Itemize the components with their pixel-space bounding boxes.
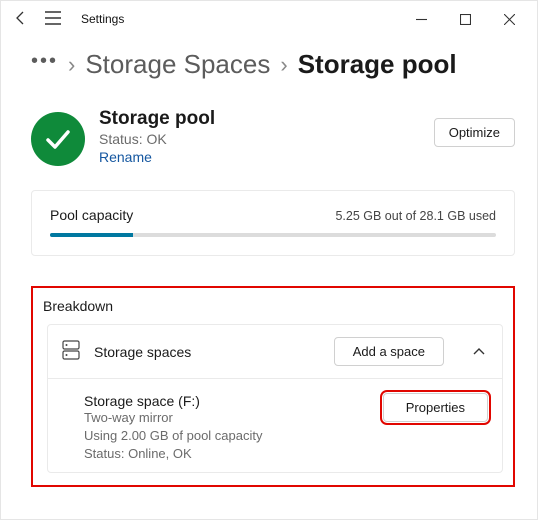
capacity-bar-fill xyxy=(50,233,133,237)
chevron-up-icon[interactable] xyxy=(470,345,488,359)
space-status: Status: Online, OK xyxy=(84,445,263,463)
storage-spaces-header[interactable]: Storage spaces Add a space xyxy=(48,325,502,378)
storage-spaces-card: Storage spaces Add a space Storage space… xyxy=(47,324,503,473)
back-button[interactable] xyxy=(13,10,29,29)
optimize-button[interactable]: Optimize xyxy=(434,118,515,147)
properties-button[interactable]: Properties xyxy=(383,393,488,422)
maximize-button[interactable] xyxy=(443,1,487,37)
chevron-right-icon: › xyxy=(68,52,75,78)
breakdown-title: Breakdown xyxy=(33,298,513,320)
storage-space-row: Storage space (F:) Two-way mirror Using … xyxy=(48,378,502,472)
breadcrumb-overflow[interactable]: ••• xyxy=(31,50,58,73)
pool-header: Storage pool Status: OK Rename Optimize xyxy=(31,98,515,190)
pool-capacity-card: Pool capacity 5.25 GB out of 28.1 GB use… xyxy=(31,190,515,256)
window-title: Settings xyxy=(81,12,124,26)
space-type: Two-way mirror xyxy=(84,409,263,427)
capacity-label: Pool capacity xyxy=(50,207,133,223)
capacity-used-text: 5.25 GB out of 28.1 GB used xyxy=(335,209,496,223)
rename-link[interactable]: Rename xyxy=(99,149,215,165)
chevron-right-icon: › xyxy=(280,52,287,78)
breadcrumb: ••• › Storage Spaces › Storage pool xyxy=(1,37,537,98)
hamburger-icon[interactable] xyxy=(45,11,61,28)
minimize-button[interactable] xyxy=(399,1,443,37)
capacity-bar xyxy=(50,233,496,237)
titlebar: Settings xyxy=(1,1,537,37)
breakdown-section: Breakdown Storage spaces Add a space xyxy=(31,286,515,487)
close-button[interactable] xyxy=(487,1,531,37)
checkmark-ok-icon xyxy=(31,112,85,166)
pool-status: Status: OK xyxy=(99,131,215,147)
pool-name: Storage pool xyxy=(99,108,215,130)
add-space-button[interactable]: Add a space xyxy=(334,337,444,366)
space-usage: Using 2.00 GB of pool capacity xyxy=(84,427,263,445)
space-name: Storage space (F:) xyxy=(84,393,263,409)
breadcrumb-storage-spaces[interactable]: Storage Spaces xyxy=(85,49,270,80)
storage-spaces-label: Storage spaces xyxy=(94,344,191,360)
drive-icon xyxy=(62,340,80,363)
breadcrumb-current: Storage pool xyxy=(298,49,457,80)
